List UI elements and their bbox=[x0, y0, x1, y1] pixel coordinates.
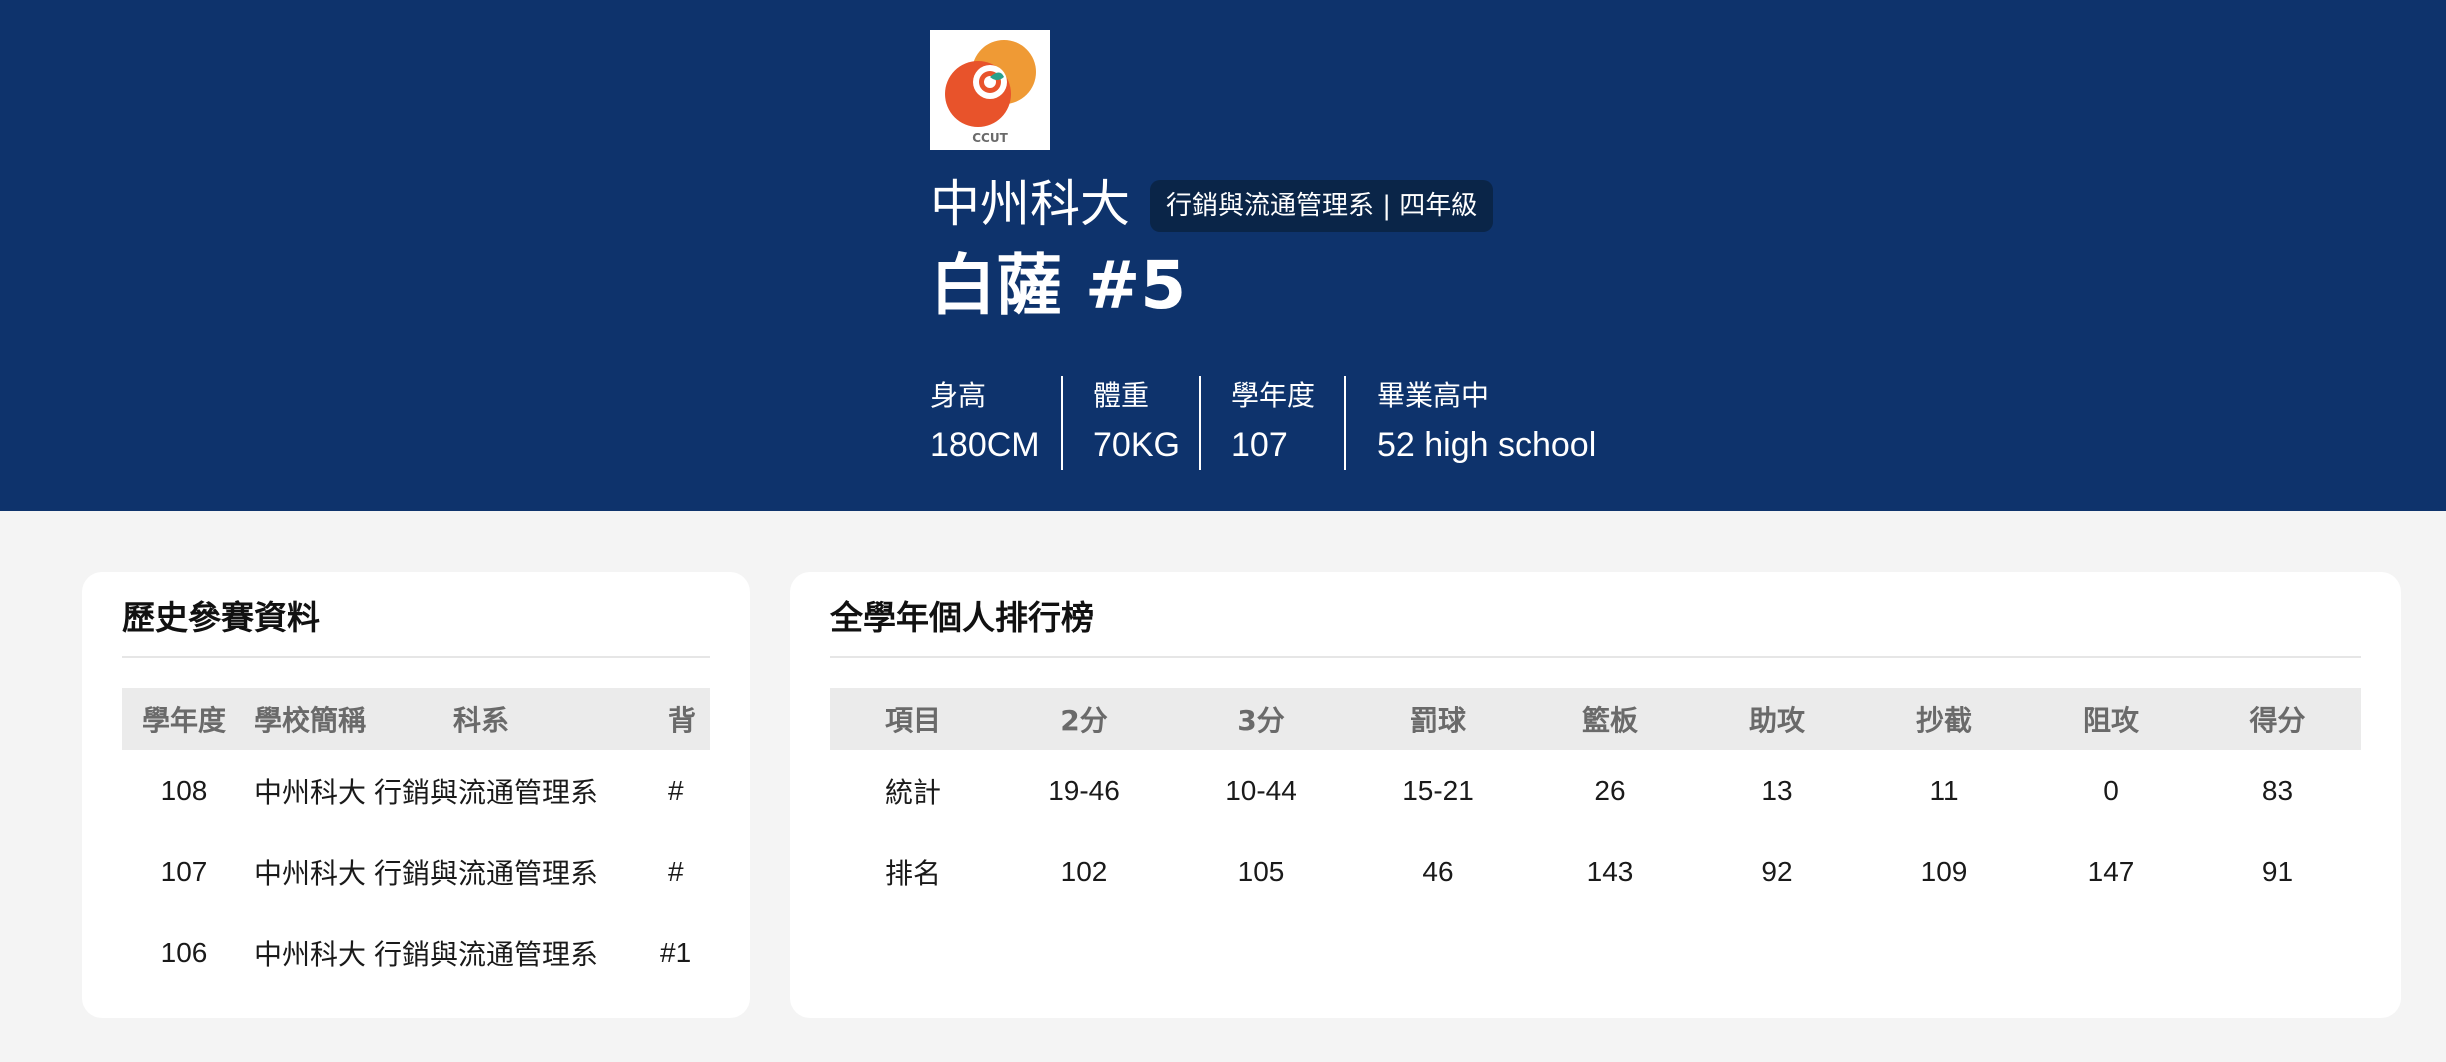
column-header-two-point[interactable]: 2分 bbox=[996, 688, 1172, 750]
card-divider bbox=[830, 656, 2361, 658]
history-department: 行銷與流通管理系 bbox=[374, 775, 599, 809]
two-point-stat: 19-46 bbox=[1048, 774, 1120, 806]
table-row[interactable]: 106 中州科大 行銷與流通管理系 #1 bbox=[122, 912, 710, 993]
column-header-three-point[interactable]: 3分 bbox=[1172, 688, 1350, 750]
column-header-blocks[interactable]: 阻攻 bbox=[2028, 688, 2194, 750]
blocks-stat: 0 bbox=[2103, 774, 2119, 806]
school-name: 中州科大 bbox=[930, 175, 1130, 233]
history-school: 中州科大 bbox=[253, 937, 366, 971]
height-stat: 身高 180CM bbox=[930, 376, 1040, 470]
steals-stat: 11 bbox=[1929, 774, 1959, 806]
stat-value: 52 high school bbox=[1377, 426, 1597, 464]
player-header: CCUT 中州科大 行銷與流通管理系 | 四年級 白薩 #5 身高 180CM … bbox=[0, 0, 2446, 511]
ranking-card: 全學年個人排行榜 項目 2分 3分 罰球 籃板 助攻 抄截 阻攻 得分 統計 1… bbox=[790, 572, 2401, 1018]
stat-label: 身高 bbox=[930, 379, 987, 412]
school-logo: CCUT bbox=[930, 30, 1050, 150]
stat-label: 體重 bbox=[1093, 379, 1150, 412]
ranking-table: 項目 2分 3分 罰球 籃板 助攻 抄截 阻攻 得分 統計 19-46 10-4… bbox=[830, 688, 2361, 912]
high-school-stat: 畢業高中 52 high school bbox=[1377, 376, 1596, 470]
row-label-stats: 統計 bbox=[884, 775, 941, 809]
column-header-rebounds[interactable]: 籃板 bbox=[1526, 688, 1694, 750]
history-year: 106 bbox=[160, 936, 208, 968]
department-grade-badge: 行銷與流通管理系 | 四年級 bbox=[1150, 180, 1494, 232]
history-jersey-number: # bbox=[668, 855, 684, 887]
column-header-points[interactable]: 得分 bbox=[2194, 688, 2361, 750]
points-rank: 91 bbox=[2261, 855, 2294, 887]
player-name: 白薩 #5 bbox=[930, 247, 1187, 324]
rebounds-rank: 143 bbox=[1586, 855, 1634, 887]
column-header-item[interactable]: 項目 bbox=[830, 688, 996, 750]
academic-year-stat: 學年度 107 bbox=[1231, 376, 1315, 470]
table-row[interactable]: 107 中州科大 行銷與流通管理系 # bbox=[122, 831, 710, 912]
blocks-rank: 147 bbox=[2087, 855, 2135, 887]
table-header-row: 學年度 學校簡稱 科系 背 bbox=[122, 688, 710, 750]
history-jersey-number: # bbox=[668, 774, 684, 806]
two-point-rank: 102 bbox=[1060, 855, 1108, 887]
history-jersey-number: #1 bbox=[660, 936, 692, 968]
stat-divider bbox=[1344, 376, 1346, 470]
stat-label: 學年度 bbox=[1231, 379, 1316, 412]
steals-rank: 109 bbox=[1920, 855, 1968, 887]
history-year: 107 bbox=[160, 855, 208, 887]
history-table: 學年度 學校簡稱 科系 背 108 中州科大 行銷與流通管理系 # 107 中州… bbox=[122, 688, 710, 993]
history-card: 歷史參賽資料 學年度 學校簡稱 科系 背 108 中州科大 行銷與流通管理系 #… bbox=[82, 572, 750, 1018]
table-row[interactable]: 統計 19-46 10-44 15-21 26 13 11 0 83 bbox=[830, 750, 2361, 831]
stat-value: 180CM bbox=[930, 426, 1040, 464]
stat-value: 107 bbox=[1231, 426, 1288, 464]
column-header-free-throw[interactable]: 罰球 bbox=[1350, 688, 1526, 750]
stat-divider bbox=[1061, 376, 1063, 470]
free-throw-rank: 46 bbox=[1422, 855, 1454, 887]
rebounds-stat: 26 bbox=[1594, 774, 1626, 806]
school-logo-icon: CCUT bbox=[945, 40, 1036, 145]
card-divider bbox=[122, 656, 710, 658]
history-card-title: 歷史參賽資料 bbox=[122, 598, 320, 637]
assists-stat: 13 bbox=[1761, 774, 1793, 806]
column-header-school[interactable]: 學校簡稱 bbox=[246, 688, 374, 750]
three-point-rank: 105 bbox=[1237, 855, 1285, 887]
free-throw-stat: 15-21 bbox=[1402, 774, 1474, 806]
table-row[interactable]: 108 中州科大 行銷與流通管理系 # bbox=[122, 750, 710, 831]
stat-value: 70KG bbox=[1093, 426, 1180, 464]
history-department: 行銷與流通管理系 bbox=[374, 937, 599, 971]
logo-wordmark: CCUT bbox=[972, 131, 1008, 145]
stat-divider bbox=[1199, 376, 1201, 470]
three-point-stat: 10-44 bbox=[1225, 774, 1297, 806]
column-header-department[interactable]: 科系 bbox=[374, 688, 588, 750]
history-year: 108 bbox=[160, 774, 208, 806]
ranking-table-container: 項目 2分 3分 罰球 籃板 助攻 抄截 阻攻 得分 統計 19-46 10-4… bbox=[830, 688, 2361, 1018]
history-table-scroll[interactable]: 學年度 學校簡稱 科系 背 108 中州科大 行銷與流通管理系 # 107 中州… bbox=[122, 688, 710, 1018]
column-header-year[interactable]: 學年度 bbox=[122, 688, 246, 750]
column-header-assists[interactable]: 助攻 bbox=[1694, 688, 1860, 750]
column-header-jersey-number[interactable]: 背 bbox=[588, 688, 710, 750]
row-label-rank: 排名 bbox=[884, 856, 941, 890]
assists-rank: 92 bbox=[1761, 855, 1793, 887]
weight-stat: 體重 70KG bbox=[1093, 376, 1180, 470]
table-row[interactable]: 排名 102 105 46 143 92 109 147 91 bbox=[830, 831, 2361, 912]
table-header-row: 項目 2分 3分 罰球 籃板 助攻 抄截 阻攻 得分 bbox=[830, 688, 2361, 750]
points-stat: 83 bbox=[2261, 774, 2294, 806]
history-department: 行銷與流通管理系 bbox=[374, 856, 599, 890]
history-school: 中州科大 bbox=[253, 775, 366, 809]
history-school: 中州科大 bbox=[253, 856, 366, 890]
column-header-steals[interactable]: 抄截 bbox=[1860, 688, 2028, 750]
stat-label: 畢業高中 bbox=[1377, 379, 1490, 412]
ranking-card-title: 全學年個人排行榜 bbox=[830, 598, 1094, 637]
